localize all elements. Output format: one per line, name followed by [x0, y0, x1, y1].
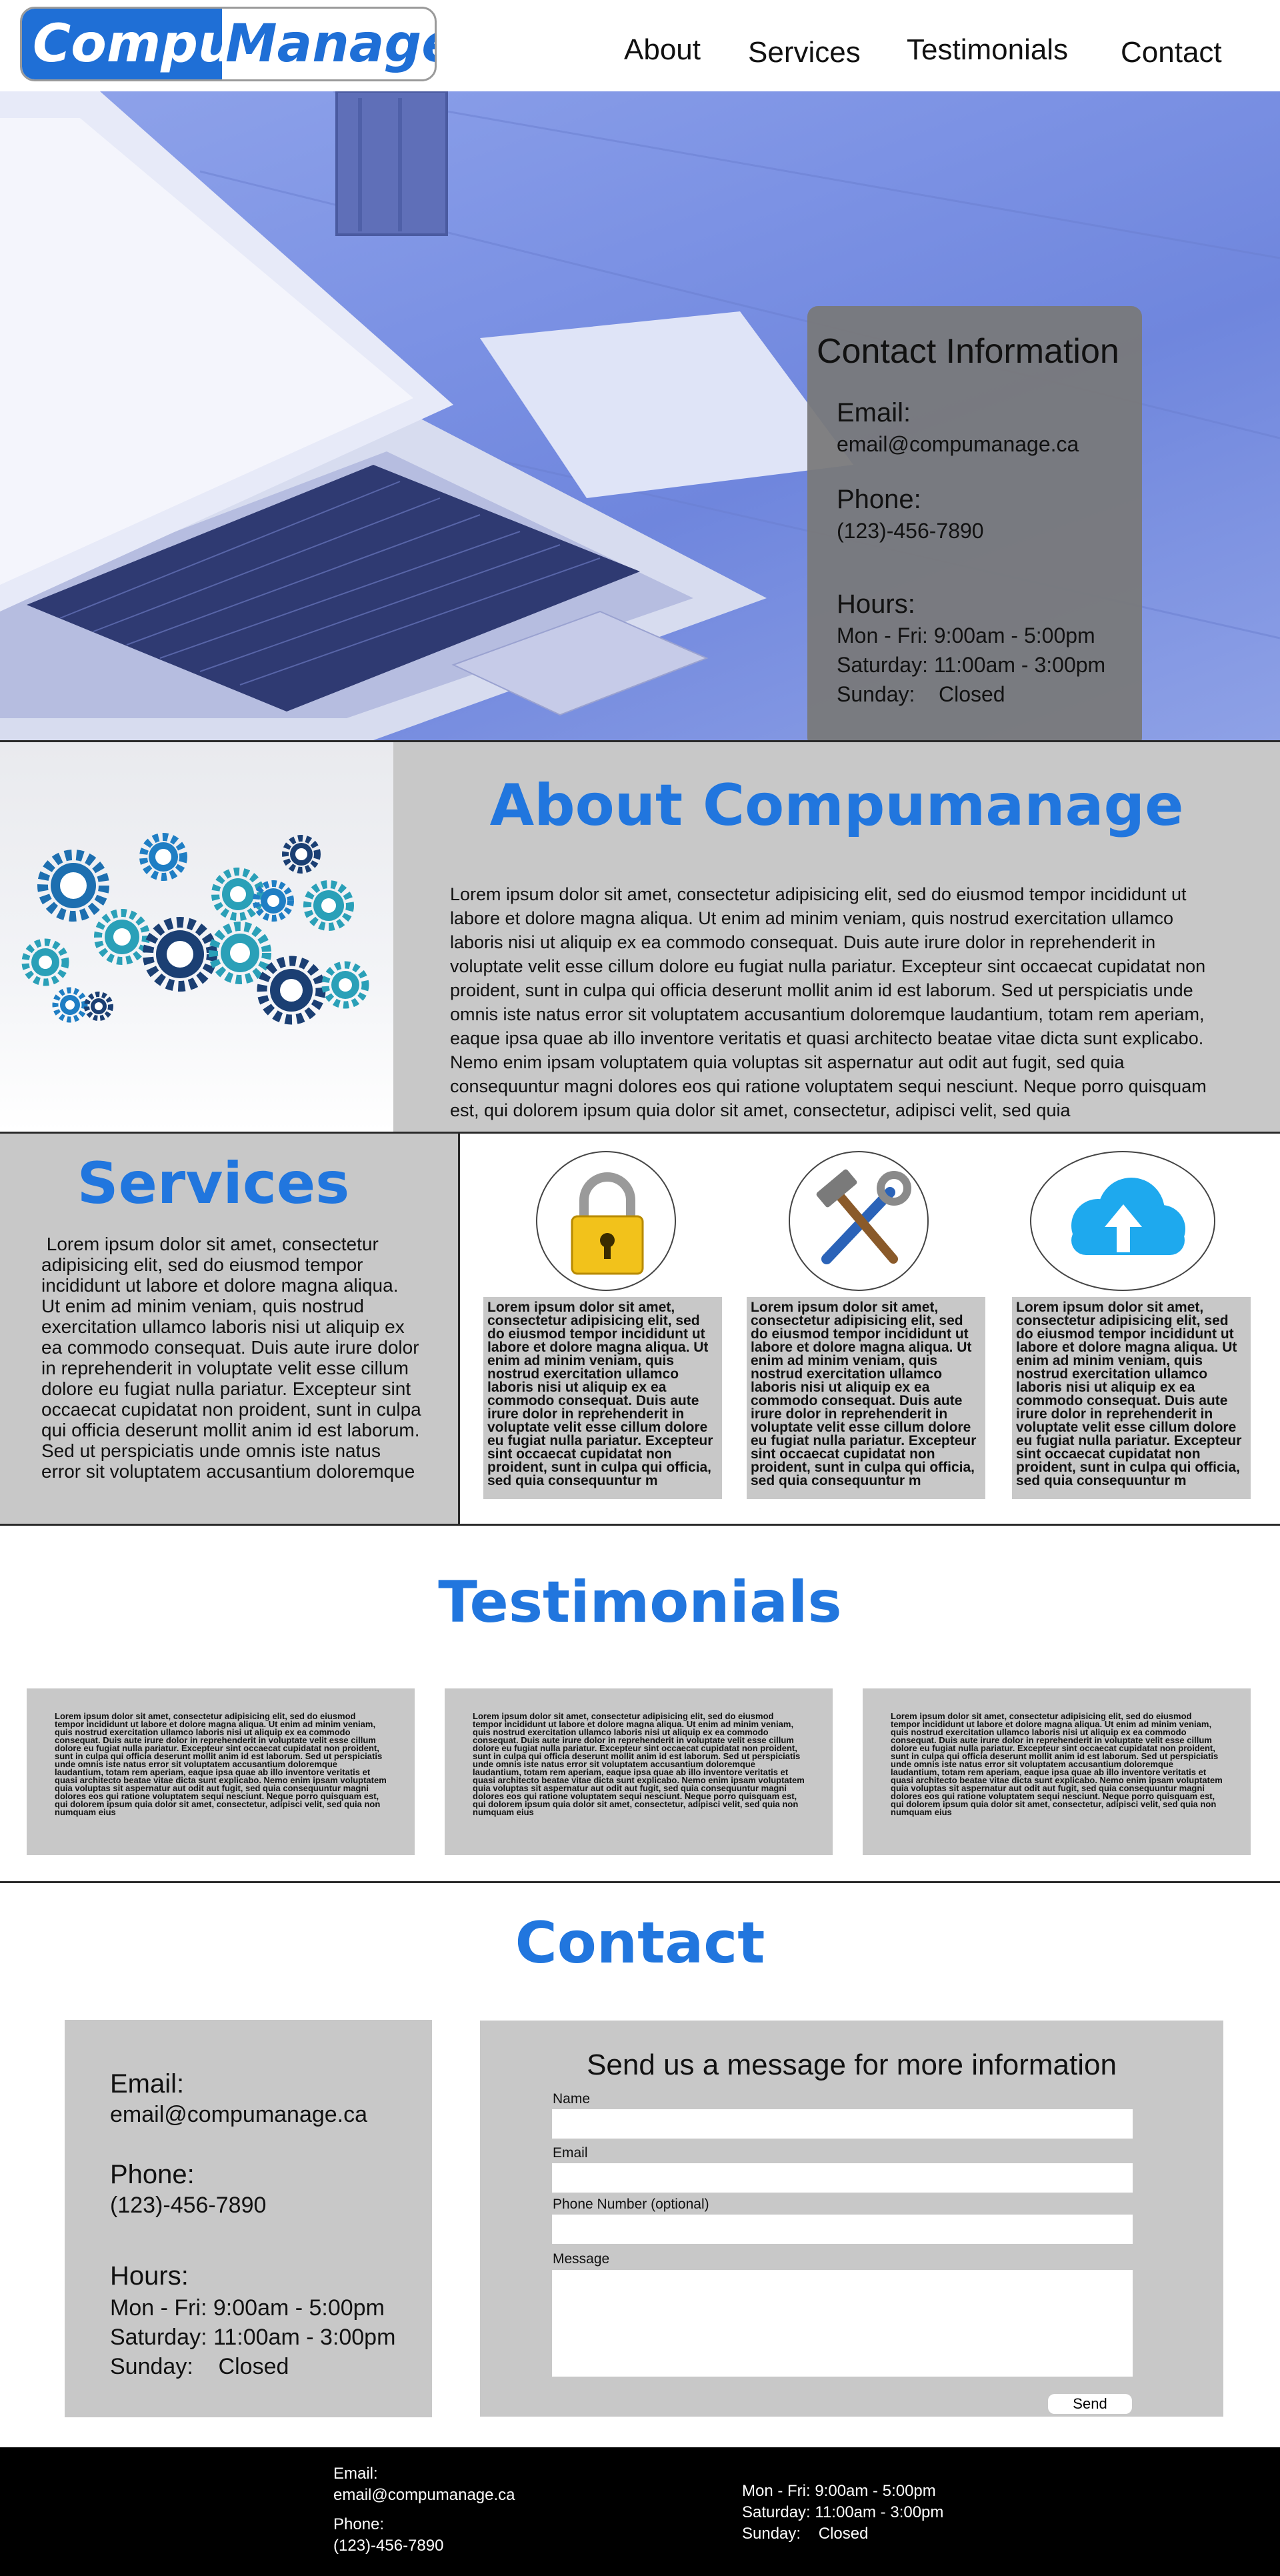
- gear-icon: [52, 987, 88, 1023]
- about-text: Lorem ipsum dolor sit amet, consectetur …: [450, 884, 1207, 1120]
- hero-hours-weekday: Mon - Fri: 9:00am - 5:00pm: [837, 623, 1095, 648]
- services-intro-panel: Services Lorem ipsum dolor sit amet, con…: [0, 1134, 460, 1524]
- lock-icon: [571, 1172, 644, 1275]
- testimonial-card: Lorem ipsum dolor sit amet, consectetur …: [27, 1688, 415, 1855]
- hero-email-label: Email:: [837, 398, 911, 427]
- contact-hours-saturday: Saturday: 11:00am - 3:00pm: [110, 2325, 396, 2350]
- contact-hours-sunday: Sunday: Closed: [110, 2354, 289, 2379]
- footer-phone[interactable]: (123)-456-7890: [333, 2535, 443, 2557]
- services-text: Lorem ipsum dolor sit amet, consectetur …: [41, 1234, 427, 1482]
- testimonials-title: Testimonials: [438, 1569, 842, 1636]
- name-label: Name: [553, 2091, 591, 2107]
- logo-text-manage: Manage: [225, 14, 437, 74]
- gear-icon: [282, 835, 321, 874]
- service-card-cloud: Lorem ipsum dolor sit amet, consectetur …: [1012, 1297, 1251, 1499]
- message-field[interactable]: [552, 2270, 1133, 2377]
- send-button[interactable]: Send: [1048, 2394, 1132, 2414]
- nav-services[interactable]: Services: [748, 36, 861, 69]
- contact-form: Send us a message for more information N…: [480, 2021, 1223, 2417]
- contact-section: Contact Email: email@compumanage.ca Phon…: [0, 1883, 1280, 2447]
- tools-icon: [816, 1169, 911, 1264]
- gear-icon: [257, 956, 326, 1025]
- contact-hours-weekday: Mon - Fri: 9:00am - 5:00pm: [110, 2295, 385, 2321]
- service-card-security: Lorem ipsum dolor sit amet, consectetur …: [483, 1297, 722, 1499]
- footer-hours-sunday: Sunday: Closed: [742, 2525, 869, 2543]
- gears-illustration: [0, 742, 393, 1132]
- service-card-repair: Lorem ipsum dolor sit amet, consectetur …: [747, 1297, 985, 1499]
- phone-label: Phone Number (optional): [553, 2197, 709, 2212]
- hero-banner: Contact Information Email: email@compuma…: [0, 91, 1280, 740]
- logo[interactable]: Compu Manage: [20, 7, 437, 81]
- name-field[interactable]: [552, 2109, 1133, 2139]
- phone-field[interactable]: [552, 2215, 1133, 2244]
- cloud-upload-icon: [1071, 1178, 1185, 1255]
- site-header: Compu Manage About Services Testimonials…: [0, 0, 1280, 91]
- gear-icon: [321, 961, 369, 1009]
- footer-hours-weekday: Mon - Fri: 9:00am - 5:00pm: [742, 2482, 936, 2500]
- about-section: About Compumanage Lorem ipsum dolor sit …: [0, 740, 1280, 1134]
- hero-phone[interactable]: (123)-456-7890: [837, 516, 984, 545]
- contact-info-card: Contact Information Email: email@compuma…: [807, 306, 1142, 740]
- contact-phone-label: Phone:: [110, 2160, 195, 2189]
- form-title: Send us a message for more information: [587, 2049, 1117, 2081]
- site-footer: Email: email@compumanage.ca Phone: (123)…: [0, 2447, 1280, 2576]
- nav-testimonials[interactable]: Testimonials: [907, 33, 1068, 67]
- hero-hours-sunday: Sunday: Closed: [837, 682, 1005, 706]
- hero-hours-saturday: Saturday: 11:00am - 3:00pm: [837, 653, 1106, 677]
- about-title: About Compumanage: [489, 772, 1184, 839]
- nav-about[interactable]: About: [624, 33, 701, 67]
- logo-text-compu: Compu: [22, 9, 235, 79]
- cloud-upload-icon-circle: [1030, 1151, 1215, 1291]
- nav-contact[interactable]: Contact: [1121, 36, 1222, 69]
- lock-icon-circle: [536, 1151, 676, 1291]
- contact-info-title: Contact Information: [817, 332, 1119, 371]
- message-label: Message: [553, 2251, 610, 2267]
- footer-hours-saturday: Saturday: 11:00am - 3:00pm: [742, 2503, 944, 2521]
- contact-email[interactable]: email@compumanage.ca: [110, 2100, 367, 2129]
- hero-phone-label: Phone:: [837, 485, 921, 514]
- testimonial-card: Lorem ipsum dolor sit amet, consectetur …: [445, 1688, 833, 1855]
- email-field[interactable]: [552, 2163, 1133, 2193]
- footer-phone-label: Phone:: [333, 2515, 385, 2533]
- services-section: Services Lorem ipsum dolor sit amet, con…: [0, 1134, 1280, 1526]
- testimonials-section: Testimonials Lorem ipsum dolor sit amet,…: [0, 1526, 1280, 1883]
- contact-phone[interactable]: (123)-456-7890: [110, 2191, 266, 2220]
- footer-email[interactable]: email@compumanage.ca: [333, 2485, 515, 2506]
- gear-icon: [94, 909, 150, 965]
- gear-icon: [303, 880, 354, 931]
- gear-icon: [21, 938, 69, 986]
- gear-icon: [139, 833, 187, 881]
- gear-icon: [209, 922, 271, 984]
- email-label: Email: [553, 2145, 588, 2161]
- contact-email-label: Email:: [110, 2069, 185, 2099]
- footer-email-label: Email:: [333, 2465, 378, 2483]
- services-title: Services: [77, 1150, 350, 1217]
- contact-details-panel: Email: email@compumanage.ca Phone: (123)…: [65, 2020, 432, 2417]
- gear-icon: [84, 992, 113, 1021]
- gear-icon: [253, 880, 294, 922]
- hero-hours-label: Hours:: [837, 589, 915, 619]
- gear-icon: [37, 850, 109, 922]
- contact-hours-label: Hours:: [110, 2261, 189, 2291]
- tools-icon-circle: [789, 1151, 929, 1291]
- gear-icon: [143, 917, 217, 992]
- testimonial-card: Lorem ipsum dolor sit amet, consectetur …: [863, 1688, 1251, 1855]
- hero-email[interactable]: email@compumanage.ca: [837, 429, 1079, 459]
- contact-title: Contact: [515, 1910, 765, 1977]
